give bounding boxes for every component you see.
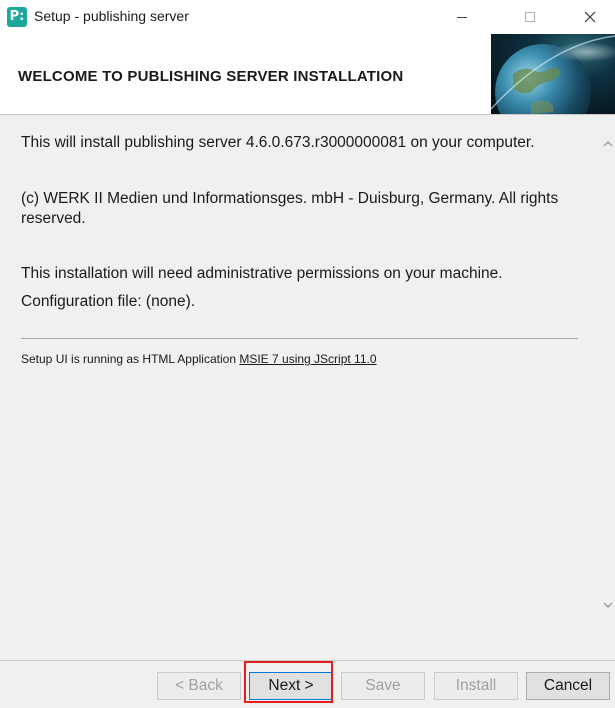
install-button[interactable]: Install [434, 672, 518, 700]
back-button[interactable]: < Back [157, 672, 241, 700]
ui-info: Setup UI is running as HTML Application … [21, 352, 377, 366]
divider [21, 338, 578, 339]
close-icon [584, 11, 596, 23]
next-button[interactable]: Next > [249, 672, 333, 700]
vertical-scrollbar[interactable] [601, 116, 615, 660]
configuration-file: Configuration file: (none). [21, 293, 196, 310]
minimize-icon [457, 16, 467, 18]
header-banner: WELCOME TO PUBLISHING SERVER INSTALLATIO… [0, 34, 615, 115]
scroll-down-button[interactable] [601, 598, 615, 612]
copyright-notice: (c) WERK II Medien und Informationsges. … [21, 190, 559, 227]
cancel-button[interactable]: Cancel [526, 672, 610, 700]
save-button[interactable]: Save [341, 672, 425, 700]
page-title: WELCOME TO PUBLISHING SERVER INSTALLATIO… [18, 68, 404, 85]
button-bar: < Back Next > Save Install Cancel [0, 660, 615, 708]
ui-info-prefix: Setup UI is running as HTML Application [21, 352, 240, 366]
minimize-button[interactable] [439, 0, 485, 34]
maximize-button[interactable] [507, 0, 553, 34]
close-button[interactable] [567, 0, 613, 34]
permissions-notice: This installation will need administrati… [21, 265, 503, 282]
app-icon: P: [7, 7, 27, 27]
content-area: This will install publishing server 4.6.… [0, 116, 601, 660]
title-bar: P: Setup - publishing server [0, 0, 615, 34]
maximize-icon [525, 12, 535, 22]
chevron-up-icon [603, 140, 613, 146]
ui-info-link[interactable]: MSIE 7 using JScript 11.0 [239, 352, 376, 366]
window-title: Setup - publishing server [34, 8, 189, 24]
earth-banner-image [491, 34, 615, 114]
install-description: This will install publishing server 4.6.… [21, 134, 535, 151]
chevron-down-icon [603, 602, 613, 608]
scroll-up-button[interactable] [601, 136, 615, 150]
